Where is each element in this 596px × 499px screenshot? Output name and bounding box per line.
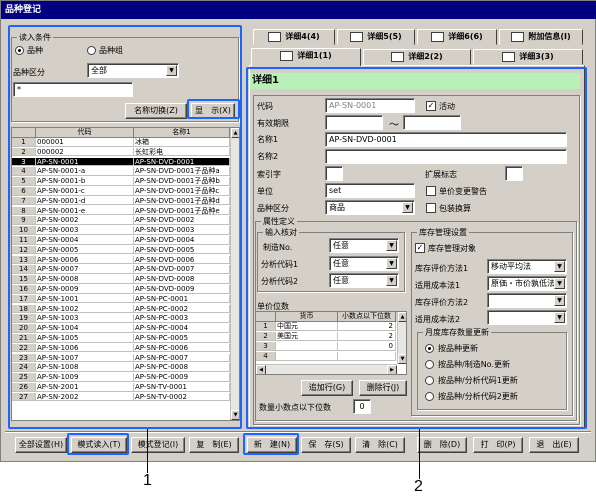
notebook-icon — [391, 51, 405, 62]
copy-button[interactable]: 复 制(E) — [189, 437, 239, 453]
callout-frame-pattern — [67, 433, 129, 455]
tab-detail5[interactable]: 详细5(5) — [337, 29, 415, 45]
callout-1-line — [147, 429, 148, 473]
callout-frame-right — [246, 67, 587, 429]
exit-button[interactable]: 退 出(E) — [529, 437, 579, 453]
card-icon — [431, 31, 445, 42]
window-title: 品种登记 — [1, 1, 596, 19]
notebook-icon — [350, 31, 364, 42]
tab-detail6[interactable]: 详细6(6) — [417, 29, 497, 45]
card-icon — [502, 51, 516, 62]
print-button[interactable]: 打 印(P) — [473, 437, 523, 453]
tab-detail4[interactable]: 详细4(4) — [253, 29, 335, 45]
book-icon — [511, 31, 525, 42]
save-button[interactable]: 保 存(S) — [301, 437, 351, 453]
tab-detail1[interactable]: 详细1(1) — [251, 48, 361, 66]
tab-detail3[interactable]: 详细3(3) — [473, 49, 583, 65]
callout-frame-show — [187, 99, 240, 119]
tab-detail2[interactable]: 详细2(2) — [363, 49, 471, 65]
callout-1: 1 — [143, 472, 152, 489]
delete-button[interactable]: 删 除(D) — [417, 437, 467, 453]
book-icon — [268, 31, 282, 42]
callout-frame-left — [8, 25, 242, 429]
callout-frame-new — [243, 433, 299, 455]
callout-2-line — [419, 429, 420, 479]
book-icon — [280, 50, 294, 61]
pattern-register-button[interactable]: 模式登记(I) — [131, 437, 185, 453]
all-settings-button[interactable]: 全部设置(H) — [15, 437, 67, 453]
clear-button[interactable]: 清 除(C) — [355, 437, 405, 453]
callout-2: 2 — [414, 478, 423, 495]
tab-extra-info[interactable]: 附加信息(I) — [499, 29, 583, 45]
